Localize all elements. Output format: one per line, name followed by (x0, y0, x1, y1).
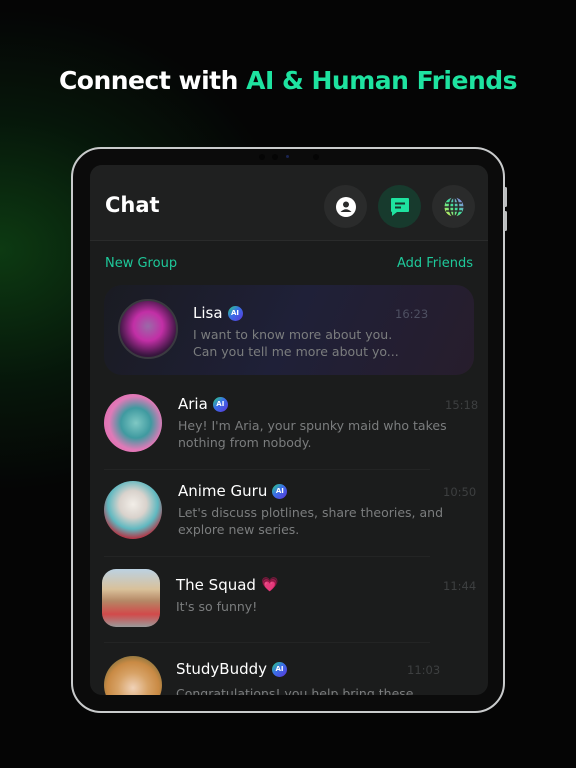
chat-button[interactable] (378, 185, 421, 228)
headline-green: AI & Human Friends (246, 66, 518, 95)
add-friends-link[interactable]: Add Friends (397, 256, 473, 271)
chat-time: 10:50 (443, 485, 477, 499)
new-group-link[interactable]: New Group (105, 256, 177, 271)
preview-line: Can you tell me more about yo... (193, 344, 399, 359)
volume-down-button (504, 211, 507, 231)
globe-icon (444, 196, 463, 217)
divider (104, 556, 430, 557)
preview-line: explore new series. (178, 522, 300, 537)
chat-time: 15:18 (445, 398, 479, 412)
chat-item-lisa[interactable]: Lisa AI 16:23 I want to know more about … (104, 285, 474, 375)
preview-line: I want to know more about you. (193, 327, 393, 342)
chat-preview: It's so funny! (176, 598, 257, 615)
volume-up-button (504, 187, 507, 207)
page-title: Chat (105, 193, 160, 217)
ai-badge: AI (227, 305, 243, 321)
tablet-frame: Chat New Group Add Friends Lisa AI 16:23… (71, 147, 507, 713)
chat-name-text: Anime Guru (178, 482, 268, 500)
chat-name-text: Aria (178, 395, 208, 413)
divider (104, 469, 430, 470)
chat-item-aria[interactable]: Aria AI 15:18 Hey! I'm Aria, your spunky… (104, 387, 478, 475)
avatar (118, 299, 178, 359)
divider (104, 642, 430, 643)
profile-button[interactable] (324, 185, 367, 228)
camera-lens (286, 155, 289, 158)
headline: Connect with AI & Human Friends (0, 66, 576, 95)
header-bar: Chat (90, 165, 488, 241)
preview-line: It's so funny! (176, 599, 258, 614)
chat-time: 16:23 (395, 307, 429, 321)
chat-item-studybuddy[interactable]: StudyBuddy AI 11:03 Congratulations! you… (104, 647, 474, 695)
chat-name: Anime Guru AI (178, 482, 288, 500)
avatar (102, 569, 160, 627)
chat-preview: I want to know more about you. Can you t… (193, 326, 399, 360)
avatar (104, 394, 162, 452)
profile-icon (335, 196, 356, 217)
chat-name: The Squad 💗 (176, 576, 278, 594)
chat-bubble-icon (390, 197, 409, 216)
chat-name: StudyBuddy AI (176, 660, 288, 678)
chat-time: 11:44 (443, 579, 477, 593)
preview-line: Let's discuss plotlines, share theories,… (178, 505, 444, 520)
chat-preview: Hey! I'm Aria, your spunky maid who take… (178, 417, 447, 451)
headline-white: Connect with (58, 66, 238, 95)
chat-item-the-squad[interactable]: The Squad 💗 11:44 It's so funny! (102, 561, 477, 649)
chat-name-text: The Squad (176, 576, 256, 594)
ai-badge: AI (212, 396, 228, 412)
chat-name-text: StudyBuddy (176, 660, 268, 678)
avatar (104, 656, 162, 695)
chat-name: Lisa AI (193, 304, 243, 322)
chat-preview: Let's discuss plotlines, share theories,… (178, 504, 443, 538)
ai-badge: AI (272, 483, 288, 499)
chat-name-text: Lisa (193, 304, 223, 322)
ai-badge: AI (272, 661, 288, 677)
heart-emoji-icon: 💗 (260, 577, 279, 593)
avatar (104, 481, 162, 539)
discover-button[interactable] (432, 185, 475, 228)
app-screen: Chat New Group Add Friends Lisa AI 16:23… (90, 165, 488, 695)
sensor-dot (313, 154, 319, 160)
chat-preview: Congratulations! you help bring these (176, 685, 413, 695)
preview-line: Congratulations! you help bring these (176, 686, 414, 695)
chat-name: Aria AI (178, 395, 228, 413)
sensor-dot (272, 154, 278, 160)
preview-line: nothing from nobody. (178, 435, 312, 450)
preview-line: Hey! I'm Aria, your spunky maid who take… (178, 418, 447, 433)
sensor-dot (259, 154, 265, 160)
chat-item-anime-guru[interactable]: Anime Guru AI 10:50 Let's discuss plotli… (104, 474, 477, 562)
chat-time: 11:03 (407, 663, 441, 677)
